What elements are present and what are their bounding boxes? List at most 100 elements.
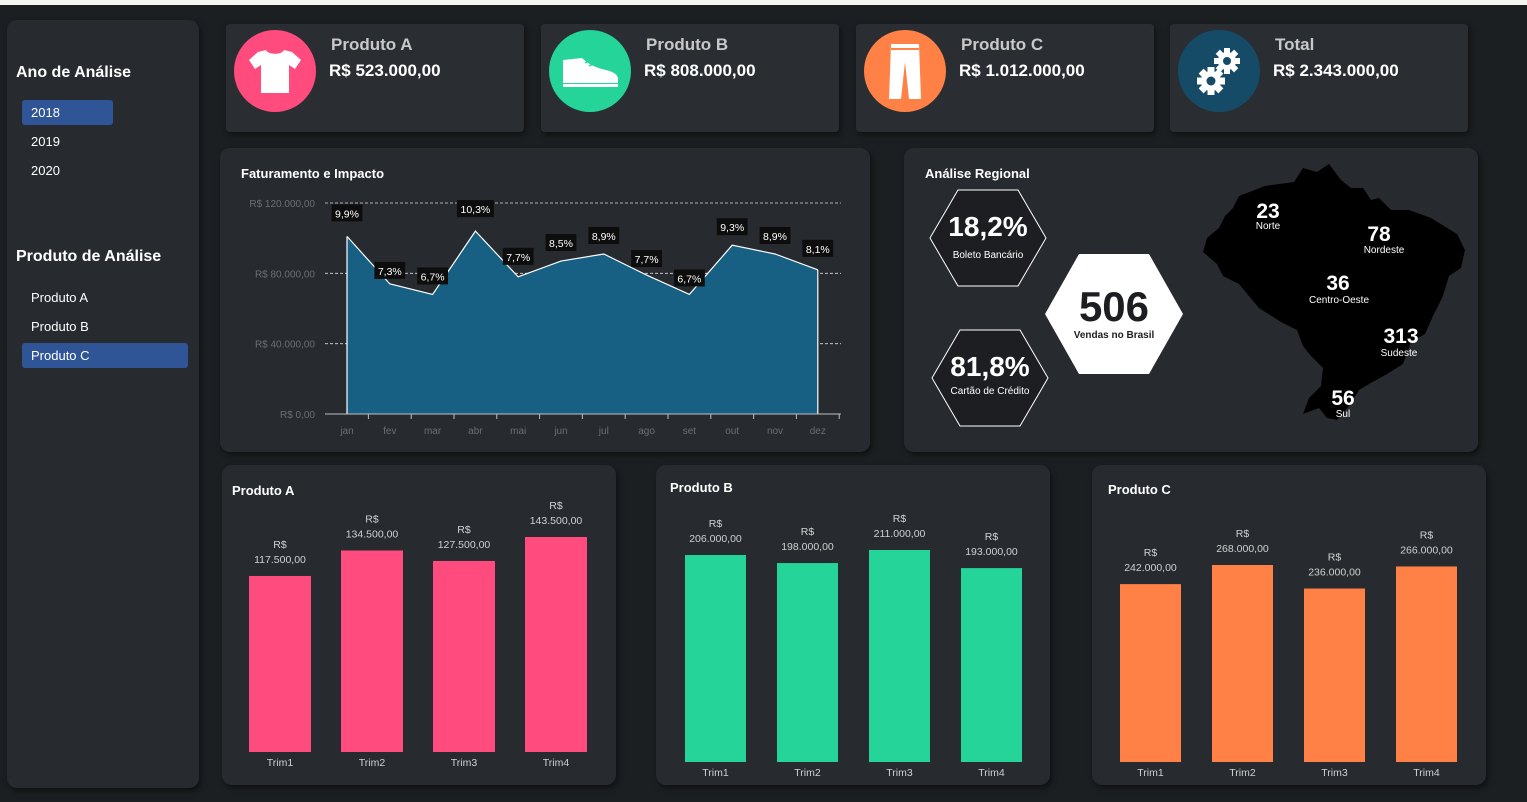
- kpi-value: R$ 2.343.000,00: [1273, 61, 1399, 80]
- product-option-a[interactable]: Produto A: [22, 285, 188, 310]
- bar-value-label: 266.000,00: [1400, 544, 1453, 556]
- produto-b-bar-panel: Produto B R$ 206.000,00 Trim1 R$ 198.000,00 T…: [656, 465, 1050, 785]
- x-tick-label: nov: [767, 426, 783, 437]
- region-sul-value: 56: [1331, 387, 1355, 410]
- category-label: Trim2: [359, 757, 386, 769]
- bar-value-label: 117.500,00: [254, 554, 306, 566]
- category-label: Trim1: [702, 767, 729, 779]
- boleto-percent: 18,2%: [948, 211, 1028, 242]
- data-label: 7,7%: [635, 254, 659, 266]
- kpi-name: Produto A: [331, 35, 413, 54]
- x-tick-label: jun: [553, 426, 567, 437]
- kpi-card-produto-c: Produto C R$ 1.012.000,00: [856, 24, 1154, 132]
- y-tick-label: R$ 40.000,00: [255, 340, 315, 351]
- category-label: Trim2: [794, 767, 821, 779]
- cartao-label: Cartão de Crédito: [950, 386, 1030, 397]
- year-filter-title: Ano de Análise: [16, 64, 131, 81]
- bar-currency-label: R$: [365, 513, 379, 525]
- data-label: 8,9%: [592, 231, 616, 243]
- bar: [961, 568, 1022, 762]
- bar-value-label: 236.000,00: [1308, 567, 1361, 579]
- bar: [525, 537, 587, 752]
- category-label: Trim1: [1137, 767, 1164, 779]
- bar: [1120, 584, 1181, 762]
- bar: [685, 555, 746, 762]
- cartao-percent: 81,8%: [950, 351, 1030, 382]
- regional-title: Análise Regional: [925, 166, 1030, 181]
- bar-currency-label: R$: [1144, 547, 1158, 559]
- sidebar-panel: Ano de Análise 2018 2019 2020 Produto de…: [7, 20, 199, 788]
- bar-value-label: 268.000,00: [1216, 543, 1269, 555]
- gears-icon: [1178, 30, 1260, 112]
- x-tick-label: fev: [383, 426, 396, 437]
- kpi-card-produto-a: Produto A R$ 523.000,00: [226, 24, 524, 132]
- kpi-card-total: Total R$ 2.343.000,00: [1170, 24, 1468, 132]
- x-tick-label: mar: [424, 426, 442, 437]
- produto-c-bar-chart: R$ 242.000,00 Trim1 R$ 268.000,00 Trim2 R$ 236.…: [1120, 528, 1457, 779]
- bar: [433, 560, 495, 752]
- year-option-2020[interactable]: 2020: [22, 158, 113, 183]
- category-label: Trim3: [1321, 767, 1348, 779]
- bar-currency-label: R$: [549, 500, 563, 512]
- kpi-card-produto-b: Produto B R$ 808.000,00: [541, 24, 839, 132]
- category-label: Trim1: [267, 757, 294, 769]
- region-centro-oeste-label: Centro-Oeste: [1308, 295, 1370, 306]
- kpi-value: R$ 1.012.000,00: [959, 61, 1085, 80]
- produto-a-bar-chart: R$ 117.500,00 Trim1 R$ 134.500,00 Trim2 R$ 127.…: [249, 500, 587, 769]
- bar-value-label: 206.000,00: [689, 533, 742, 545]
- year-option-2019[interactable]: 2019: [22, 129, 113, 154]
- category-label: Trim4: [1413, 767, 1440, 779]
- x-tick-label: mai: [510, 426, 526, 437]
- data-label: 10,3%: [461, 204, 491, 216]
- category-label: Trim4: [543, 757, 570, 769]
- kpi-value: R$ 523.000,00: [329, 61, 441, 80]
- bar-currency-label: R$: [893, 513, 907, 525]
- top-border: [0, 0, 1527, 5]
- category-label: Trim3: [886, 767, 913, 779]
- y-tick-label: R$ 120.000,00: [249, 199, 315, 210]
- bar-currency-label: R$: [709, 518, 723, 530]
- data-label: 9,9%: [335, 208, 359, 220]
- kpi-name: Total: [1275, 35, 1315, 54]
- bar-currency-label: R$: [1328, 552, 1342, 564]
- kpi-name: Produto C: [961, 35, 1044, 54]
- data-label: 6,7%: [421, 271, 445, 283]
- x-tick-label: abr: [468, 426, 483, 437]
- bar-value-label: 127.500,00: [438, 539, 491, 551]
- bar: [777, 563, 838, 762]
- x-tick-label: set: [683, 426, 697, 437]
- region-sul-label: Sul: [1335, 409, 1351, 420]
- data-label: 9,3%: [720, 222, 744, 234]
- bar: [1304, 588, 1365, 762]
- data-label: 8,1%: [806, 244, 830, 256]
- y-tick-label: R$ 80.000,00: [255, 269, 315, 280]
- bar: [869, 550, 930, 762]
- bar: [341, 550, 403, 752]
- x-tick-label: ago: [638, 426, 655, 437]
- bar-currency-label: R$: [801, 526, 815, 538]
- data-label: 8,5%: [549, 238, 573, 250]
- produto-a-bar-panel: Produto A R$ 117.500,00 Trim1 R$ 134.500,00 T…: [222, 465, 616, 785]
- category-label: Trim3: [451, 757, 478, 769]
- bar-value-label: 143.500,00: [530, 515, 583, 527]
- boleto-label: Boleto Bancário: [952, 250, 1024, 261]
- year-option-2018[interactable]: 2018: [22, 100, 113, 125]
- produto-b-bar-chart: R$ 206.000,00 Trim1 R$ 198.000,00 Trim2 R$ 211.…: [685, 513, 1022, 779]
- region-nordeste-value: 78: [1367, 223, 1391, 246]
- x-tick-label: jan: [339, 426, 353, 437]
- region-centro-oeste-value: 36: [1326, 272, 1350, 295]
- product-option-b[interactable]: Produto B: [22, 314, 188, 339]
- y-tick-label: R$ 0,00: [280, 410, 315, 421]
- data-label: 6,7%: [677, 273, 701, 285]
- total-sales-value: 506: [1078, 283, 1150, 330]
- product-option-c[interactable]: Produto C: [22, 343, 188, 368]
- bar-value-label: 211.000,00: [874, 528, 926, 540]
- regional-panel: Análise Regional 18,2% Boleto Bancário 8…: [904, 148, 1478, 452]
- revenue-area-chart: R$ 0,00 R$ 40.000,00 R$ 80.000,00 R$ 120.00…: [249, 199, 841, 437]
- x-tick-label: dez: [810, 426, 826, 437]
- bar-currency-label: R$: [1420, 529, 1434, 541]
- data-label: 8,9%: [763, 231, 787, 243]
- x-tick-label: jul: [598, 426, 609, 437]
- bar-value-label: 134.500,00: [346, 528, 399, 540]
- shoe-icon: [549, 30, 631, 112]
